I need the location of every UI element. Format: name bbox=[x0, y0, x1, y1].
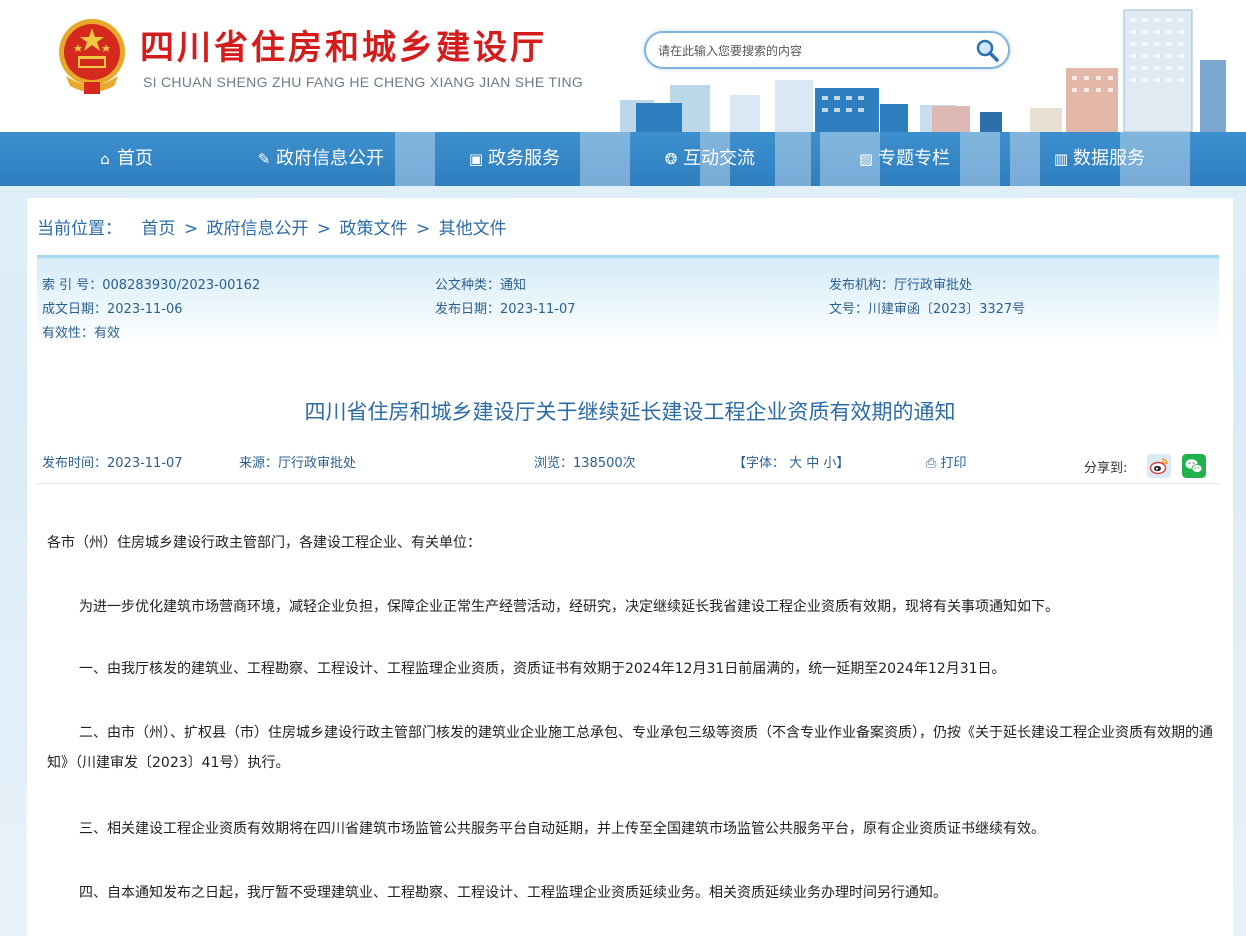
breadcrumb: 当前位置： 首页 > 政府信息公开 > 政策文件 > 其他文件 bbox=[37, 214, 507, 239]
nav-item-label: 政府信息公开 bbox=[276, 148, 384, 169]
article-paragraph: 二、由市（州）、扩权县（市）住房城乡建设行政主管部门核发的建筑业企业施工总承包、… bbox=[47, 725, 1213, 771]
article-publish-time: 发布时间：2023-11-07 bbox=[42, 456, 183, 471]
edit-icon: ✎ bbox=[257, 150, 271, 168]
article-paragraph: 为进一步优化建筑市场营商环境，减轻企业负担，保障企业正常生产经营活动，经研究，决… bbox=[79, 599, 1059, 615]
article-paragraph: 各市（州）住房城乡建设行政主管部门，各建设工程企业、有关单位： bbox=[47, 535, 481, 551]
nav-item-special[interactable]: ▨ 专题专栏 bbox=[857, 132, 950, 186]
print-button[interactable]: ⎙ 打印 bbox=[926, 452, 967, 471]
document-metadata: 索 引 号：008283930/2023-00162 公文种类：通知 发布机构：… bbox=[37, 255, 1219, 345]
nav-item-label: 专题专栏 bbox=[878, 148, 950, 169]
meta-created-date: 成文日期：2023-11-06 bbox=[42, 302, 183, 317]
article-views: 浏览：138500次 bbox=[534, 456, 636, 471]
weibo-icon[interactable] bbox=[1147, 454, 1171, 478]
breadcrumb-separator: > bbox=[183, 219, 199, 239]
nav-item-label: 互动交流 bbox=[683, 148, 755, 169]
article-paragraph: 四、自本通知发布之日起，我厅暂不受理建筑业、工程勘察、工程设计、工程监理企业资质… bbox=[79, 885, 947, 901]
meta-index-no: 索 引 号：008283930/2023-00162 bbox=[42, 278, 261, 293]
title-divider bbox=[37, 483, 1219, 484]
breadcrumb-home[interactable]: 首页 bbox=[141, 219, 175, 239]
printer-icon: ⎙ bbox=[926, 456, 937, 471]
nav-item-gov-service[interactable]: ▣ 政务服务 bbox=[467, 132, 560, 186]
meta-published-date: 发布日期：2023-11-07 bbox=[435, 302, 576, 317]
nav-item-gov-info[interactable]: ✎ 政府信息公开 bbox=[255, 132, 384, 186]
nav-item-home[interactable]: ⌂ 首页 bbox=[96, 132, 153, 186]
breadcrumb-separator: > bbox=[415, 219, 431, 239]
breadcrumb-gov-info[interactable]: 政府信息公开 bbox=[206, 219, 308, 239]
site-title: 四川省住房和城乡建设厅 bbox=[140, 28, 547, 68]
main-nav: ⌂ 首页 ✎ 政府信息公开 ▣ 政务服务 ❂ 互动交流 ▨ 专题专栏 ▥ 数据服务 bbox=[0, 132, 1246, 186]
meta-publisher: 发布机构：厅行政审批处 bbox=[829, 278, 973, 293]
breadcrumb-policy[interactable]: 政策文件 bbox=[340, 219, 408, 239]
print-label: 打印 bbox=[940, 456, 967, 471]
site-subtitle: SI CHUAN SHENG ZHU FANG HE CHENG XIANG J… bbox=[143, 74, 584, 90]
article-paragraph: 一、由我厅核发的建筑业、工程勘察、工程设计、工程监理企业资质，资质证书有效期于2… bbox=[79, 661, 1006, 677]
image-icon: ▨ bbox=[858, 150, 874, 168]
meta-doc-no: 文号：川建审函〔2023〕3327号 bbox=[829, 302, 1026, 317]
chart-icon: ▥ bbox=[1053, 150, 1069, 168]
monitor-icon: ▣ bbox=[468, 150, 484, 168]
article-paragraph: 三、相关建设工程企业资质有效期将在四川省建筑市场监管公共服务平台自动延期，并上传… bbox=[79, 821, 1045, 837]
nav-item-data[interactable]: ▥ 数据服务 bbox=[1052, 132, 1145, 186]
nav-item-label: 数据服务 bbox=[1073, 148, 1145, 169]
article-title: 四川省住房和城乡建设厅关于继续延长建设工程企业资质有效期的通知 bbox=[304, 400, 956, 424]
site-header: 四川省住房和城乡建设厅 SI CHUAN SHENG ZHU FANG HE C… bbox=[0, 0, 1246, 132]
nav-item-label: 首页 bbox=[117, 148, 153, 169]
font-size-switcher[interactable]: 【字体： 大 中 小】 bbox=[733, 452, 849, 471]
article-source: 来源：厅行政审批处 bbox=[239, 456, 357, 471]
meta-validity: 有效性：有效 bbox=[42, 326, 121, 341]
meta-doc-type: 公文种类：通知 bbox=[435, 278, 527, 293]
home-icon: ⌂ bbox=[100, 150, 110, 168]
city-skyline-decoration bbox=[620, 9, 1226, 132]
wechat-icon[interactable] bbox=[1182, 454, 1206, 478]
breadcrumb-other[interactable]: 其他文件 bbox=[439, 219, 507, 239]
breadcrumb-label: 当前位置： bbox=[37, 219, 122, 239]
nav-item-label: 政务服务 bbox=[488, 148, 560, 169]
national-emblem-icon bbox=[59, 19, 125, 94]
share-label: 分享到: bbox=[1084, 461, 1128, 476]
chat-icon: ❂ bbox=[664, 150, 678, 168]
content-card: 当前位置： 首页 > 政府信息公开 > 政策文件 > 其他文件 索 引 号：00… bbox=[27, 198, 1233, 936]
nav-item-interaction[interactable]: ❂ 互动交流 bbox=[662, 132, 755, 186]
breadcrumb-separator: > bbox=[316, 219, 332, 239]
